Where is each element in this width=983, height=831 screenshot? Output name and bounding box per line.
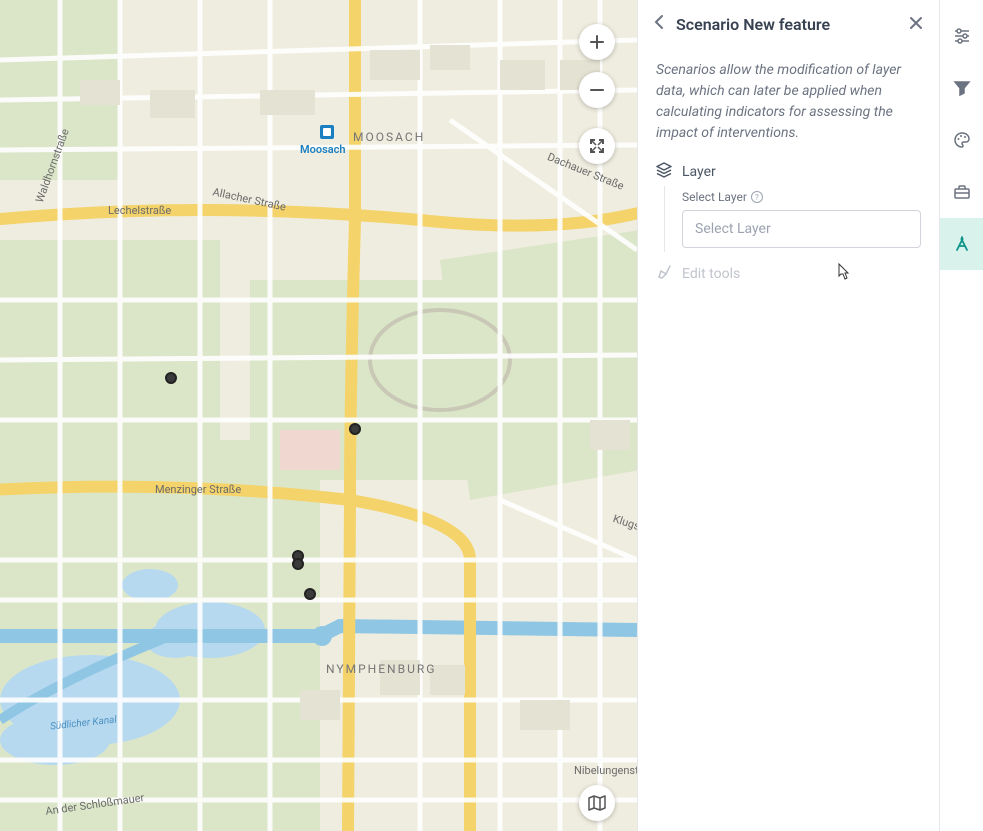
fullscreen-button[interactable]: [579, 128, 615, 164]
edit-tools-label: Edit tools: [682, 266, 740, 282]
back-button[interactable]: [654, 14, 664, 34]
filter-icon: [953, 79, 971, 97]
map-basemap-svg: [0, 0, 637, 831]
map-marker[interactable]: [304, 588, 316, 600]
panel-header: Scenario New feature: [638, 0, 939, 48]
chevron-left-icon: [654, 14, 664, 30]
select-layer-dropdown[interactable]: Select Layer: [682, 210, 921, 248]
close-icon: [909, 16, 923, 30]
select-layer-label: Select Layer ?: [682, 190, 921, 204]
zoom-in-button[interactable]: [579, 24, 615, 60]
edit-tools-section-header: Edit tools: [656, 264, 921, 284]
help-icon[interactable]: ?: [751, 191, 763, 203]
toolbar-style[interactable]: [940, 114, 983, 166]
transit-station-icon: [320, 125, 334, 139]
minus-icon: [589, 82, 605, 98]
toolbar-scenario[interactable]: [940, 218, 983, 270]
toolbox-icon: [953, 183, 971, 201]
layers-icon: [656, 162, 672, 182]
map-marker[interactable]: [292, 558, 304, 570]
map-marker[interactable]: [349, 423, 361, 435]
draw-icon: [656, 264, 672, 284]
basemap-button[interactable]: [579, 785, 615, 821]
zoom-out-button[interactable]: [579, 72, 615, 108]
map-canvas[interactable]: MOOSACH NYMPHENBURG Lechelstraße Allache…: [0, 0, 637, 831]
close-button[interactable]: [909, 15, 923, 34]
palette-icon: [953, 131, 971, 149]
right-toolbar: [939, 0, 983, 831]
fullscreen-icon: [590, 139, 604, 153]
toolbar-filter[interactable]: [940, 62, 983, 114]
map-icon: [588, 794, 606, 812]
compass-draw-icon: [953, 235, 971, 253]
map-marker[interactable]: [165, 372, 177, 384]
toolbar-settings[interactable]: [940, 10, 983, 62]
layer-section-label: Layer: [682, 164, 716, 180]
layer-section-header: Layer: [656, 162, 921, 182]
plus-icon: [589, 34, 605, 50]
panel-title: Scenario New feature: [676, 15, 897, 34]
toolbar-toolbox[interactable]: [940, 166, 983, 218]
scenario-panel: Scenario New feature Scenarios allow the…: [637, 0, 939, 831]
panel-description: Scenarios allow the modification of laye…: [656, 60, 921, 144]
sliders-icon: [953, 27, 971, 45]
